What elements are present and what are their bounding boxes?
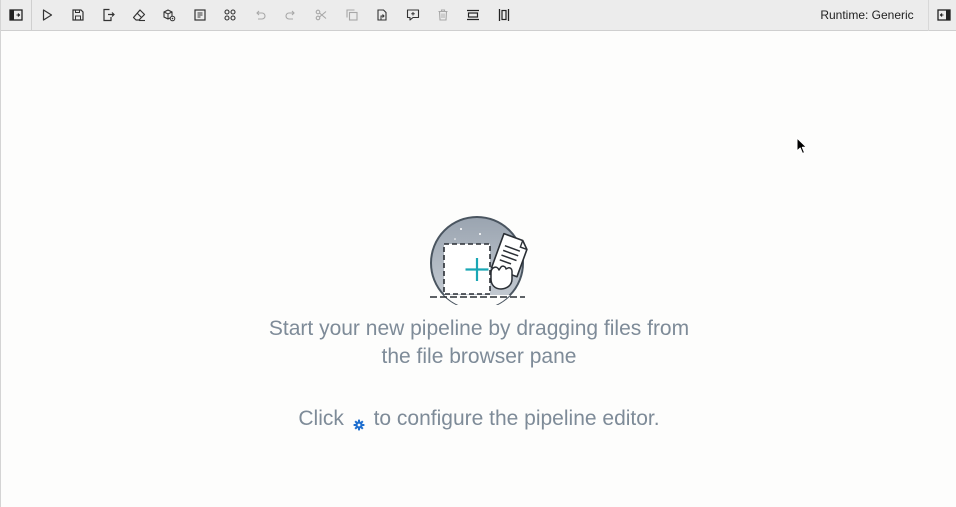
- undo-icon[interactable]: [250, 5, 270, 25]
- panel-left-icon[interactable]: [6, 5, 26, 25]
- toolbar-divider-right: [928, 0, 929, 31]
- mouse-cursor-icon: [796, 137, 808, 155]
- empty-state-line1: Start your new pipeline by dragging file…: [268, 317, 690, 340]
- clear-icon[interactable]: [129, 5, 149, 25]
- toolbar-divider: [31, 0, 32, 31]
- pipeline-editor: Runtime: Generic Start your new pipeline…: [0, 0, 956, 507]
- drag-files-illustration: [425, 215, 535, 310]
- gear-icon[interactable]: [353, 411, 365, 431]
- arrange-horizontal-icon[interactable]: [463, 5, 483, 25]
- redo-icon[interactable]: [281, 5, 301, 25]
- add-comment-icon[interactable]: [403, 5, 423, 25]
- runtime-label[interactable]: Runtime: Generic: [811, 8, 923, 23]
- delete-icon[interactable]: [433, 5, 453, 25]
- empty-state-message: Start your new pipeline by dragging file…: [229, 315, 729, 371]
- copy-icon[interactable]: [342, 5, 362, 25]
- components-icon[interactable]: [190, 5, 210, 25]
- run-icon[interactable]: [37, 5, 57, 25]
- paste-icon[interactable]: [372, 5, 392, 25]
- arrange-vertical-icon[interactable]: [494, 5, 514, 25]
- empty-state-line2: the file browser pane: [381, 345, 577, 368]
- runtime-images-icon[interactable]: [159, 5, 179, 25]
- configure-message: Click to configure the pipeline editor.: [229, 405, 729, 433]
- pipeline-toolbar: Runtime: Generic: [1, 0, 956, 31]
- arrange-icon[interactable]: [220, 5, 240, 25]
- configure-prefix: Click: [298, 407, 344, 430]
- cut-icon[interactable]: [311, 5, 331, 25]
- configure-suffix: to configure the pipeline editor.: [373, 407, 660, 430]
- panel-right-icon[interactable]: [934, 5, 954, 25]
- export-icon[interactable]: [98, 5, 118, 25]
- save-icon[interactable]: [68, 5, 88, 25]
